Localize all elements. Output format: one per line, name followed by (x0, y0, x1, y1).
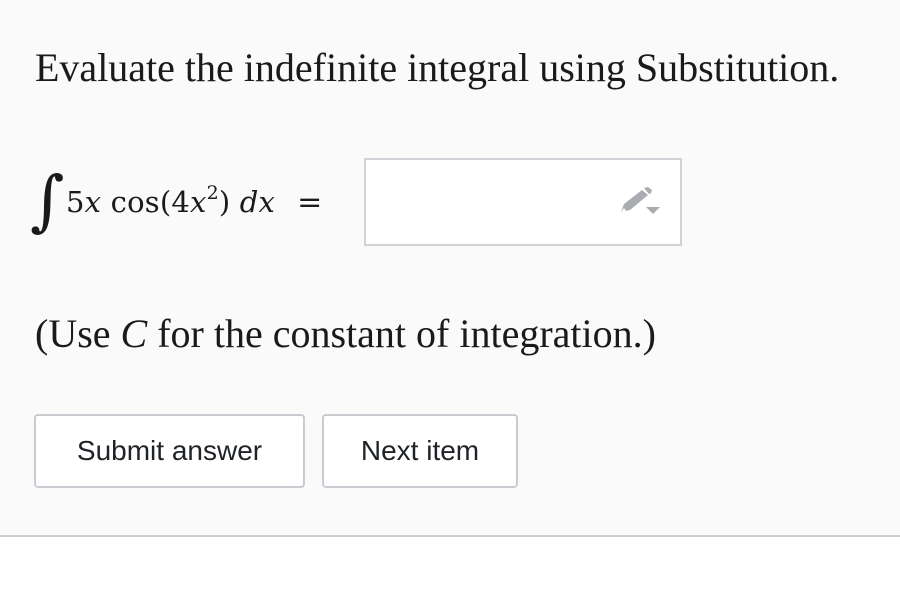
question-panel: Evaluate the indefinite integral using S… (0, 0, 900, 537)
question-prompt: Evaluate the indefinite integral using S… (35, 45, 840, 90)
note-constant: C (120, 311, 148, 356)
pencil-dropdown-icon[interactable] (617, 187, 663, 217)
next-item-button[interactable]: Next item (322, 414, 518, 488)
integral-symbol: ∫ (30, 162, 65, 239)
integrand: 5x cos(4x2) dx (66, 182, 276, 220)
variable-x: x (84, 185, 102, 219)
integral-expression: ∫ 5x cos(4x2) dx = (30, 158, 340, 246)
note-suffix: for the constant of integration.) (147, 311, 656, 356)
cosine-function: cos(4 (101, 185, 190, 219)
differential: dx (239, 185, 276, 219)
exponent: 2 (206, 182, 219, 204)
variable-x-inner: x (190, 185, 207, 219)
submit-answer-button[interactable]: Submit answer (34, 414, 305, 488)
note-prefix: (Use (35, 311, 121, 356)
coefficient: 5 (66, 185, 85, 219)
equals-sign: = (297, 184, 323, 220)
closing-paren: ) (218, 185, 240, 219)
constant-note: (Use C for the constant of integration.) (35, 310, 656, 357)
